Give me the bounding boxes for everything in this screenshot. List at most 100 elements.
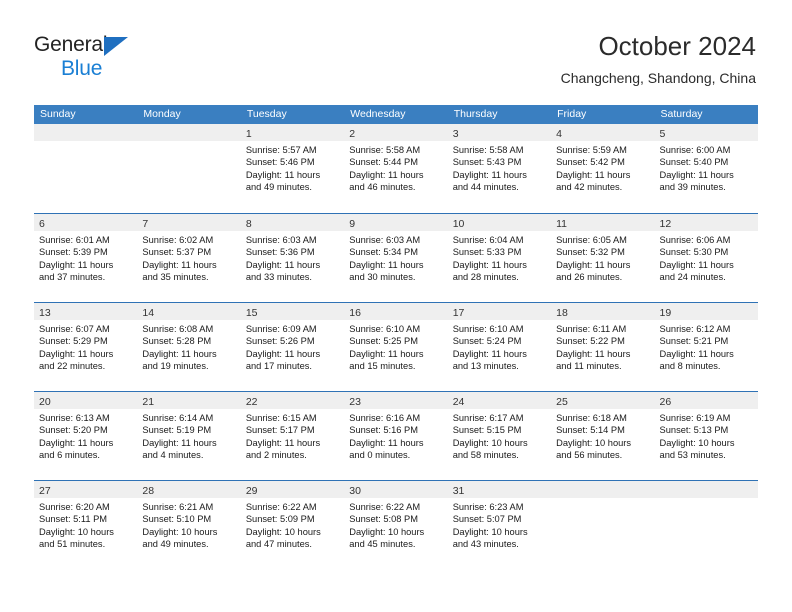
weekday-header-tuesday: Tuesday: [246, 108, 287, 120]
date-number: 24: [452, 396, 465, 408]
sunset-text: Sunset: 5:44 PM: [349, 157, 418, 168]
date-number: 30: [349, 485, 361, 497]
daylight-text-line2: and 17 minutes.: [245, 361, 312, 372]
day-cell[interactable]: 15 Sunrise: 6:09 AM Sunset: 5:26 PM Dayl…: [240, 303, 345, 391]
day-cell[interactable]: 20 Sunrise: 6:13 AM Sunset: 5:20 PM Dayl…: [34, 392, 138, 480]
sunset-text: Sunset: 5:30 PM: [659, 247, 729, 258]
day-info: Sunrise: 6:10 AM Sunset: 5:24 PM Dayligh…: [448, 320, 551, 373]
date-band: 7: [137, 214, 241, 231]
daylight-text-line2: and 22 minutes.: [39, 361, 106, 372]
week-row: 27 Sunrise: 6:20 AM Sunset: 5:11 PM Dayl…: [34, 480, 758, 569]
day-info: Sunrise: 6:22 AM Sunset: 5:08 PM Dayligh…: [344, 498, 447, 551]
sunrise-text: Sunrise: 6:22 AM: [245, 502, 317, 512]
date-band: [654, 481, 758, 498]
day-cell[interactable]: 22 Sunrise: 6:15 AM Sunset: 5:17 PM Dayl…: [240, 392, 345, 480]
sunrise-text: Sunrise: 6:11 AM: [556, 324, 627, 334]
day-info: Sunrise: 6:13 AM Sunset: 5:20 PM Dayligh…: [34, 409, 137, 462]
day-cell[interactable]: 9 Sunrise: 6:03 AM Sunset: 5:34 PM Dayli…: [344, 214, 448, 302]
day-cell[interactable]: 16 Sunrise: 6:10 AM Sunset: 5:25 PM Dayl…: [344, 303, 448, 391]
day-cell[interactable]: 13 Sunrise: 6:07 AM Sunset: 5:29 PM Dayl…: [34, 303, 138, 391]
sunrise-text: Sunrise: 6:07 AM: [39, 324, 110, 334]
sunrise-text: Sunrise: 6:00 AM: [659, 145, 731, 155]
day-cell[interactable]: 5 Sunrise: 6:00 AM Sunset: 5:40 PM Dayli…: [654, 124, 758, 213]
day-cell[interactable]: 14 Sunrise: 6:08 AM Sunset: 5:28 PM Dayl…: [137, 303, 241, 391]
day-cell[interactable]: 19 Sunrise: 6:12 AM Sunset: 5:21 PM Dayl…: [654, 303, 758, 391]
day-cell[interactable]: 18 Sunrise: 6:11 AM Sunset: 5:22 PM Dayl…: [551, 303, 655, 391]
day-cell[interactable]: 24 Sunrise: 6:17 AM Sunset: 5:15 PM Dayl…: [447, 392, 552, 480]
daylight-text-line1: Daylight: 11 hours: [659, 259, 734, 270]
daylight-text-line1: Daylight: 11 hours: [349, 437, 424, 448]
date-band: 29: [240, 481, 345, 498]
day-cell[interactable]: 6 Sunrise: 6:01 AM Sunset: 5:39 PM Dayli…: [34, 214, 138, 302]
daylight-text-line1: Daylight: 11 hours: [39, 259, 114, 270]
day-cell[interactable]: [137, 124, 241, 213]
daylight-text-line2: and 30 minutes.: [349, 272, 416, 283]
day-cell[interactable]: 28 Sunrise: 6:21 AM Sunset: 5:10 PM Dayl…: [137, 481, 241, 569]
day-cell[interactable]: 7 Sunrise: 6:02 AM Sunset: 5:37 PM Dayli…: [137, 214, 241, 302]
daylight-text-line1: Daylight: 11 hours: [245, 259, 321, 270]
sunset-text: Sunset: 5:15 PM: [452, 425, 522, 436]
sunrise-text: Sunrise: 6:22 AM: [349, 502, 421, 512]
daylight-text-line1: Daylight: 11 hours: [452, 259, 527, 270]
day-cell[interactable]: 4 Sunrise: 5:59 AM Sunset: 5:42 PM Dayli…: [551, 124, 655, 213]
day-cell[interactable]: 3 Sunrise: 5:58 AM Sunset: 5:43 PM Dayli…: [447, 124, 552, 213]
day-cell[interactable]: 8 Sunrise: 6:03 AM Sunset: 5:36 PM Dayli…: [240, 214, 345, 302]
day-cell[interactable]: [34, 124, 138, 213]
day-info: Sunrise: 6:15 AM Sunset: 5:17 PM Dayligh…: [241, 409, 344, 462]
daylight-text-line2: and 11 minutes.: [556, 361, 622, 372]
day-cell[interactable]: 31 Sunrise: 6:23 AM Sunset: 5:07 PM Dayl…: [447, 481, 552, 569]
daylight-text-line1: Daylight: 11 hours: [452, 169, 527, 180]
day-cell[interactable]: 12 Sunrise: 6:06 AM Sunset: 5:30 PM Dayl…: [654, 214, 758, 302]
sunset-text: Sunset: 5:11 PM: [39, 514, 108, 525]
date-band: 15: [240, 303, 345, 320]
daylight-text-line2: and 33 minutes.: [245, 272, 312, 283]
daylight-text-line1: Daylight: 11 hours: [349, 169, 424, 180]
date-band: 4: [551, 124, 655, 141]
day-info: Sunrise: 5:59 AM Sunset: 5:42 PM Dayligh…: [551, 141, 654, 194]
week-row: 6 Sunrise: 6:01 AM Sunset: 5:39 PM Dayli…: [34, 213, 758, 302]
day-cell[interactable]: 27 Sunrise: 6:20 AM Sunset: 5:11 PM Dayl…: [34, 481, 138, 569]
day-cell[interactable]: 11 Sunrise: 6:05 AM Sunset: 5:32 PM Dayl…: [551, 214, 655, 302]
daylight-text-line1: Daylight: 11 hours: [142, 348, 217, 359]
day-cell[interactable]: 30 Sunrise: 6:22 AM Sunset: 5:08 PM Dayl…: [344, 481, 448, 569]
day-cell[interactable]: 25 Sunrise: 6:18 AM Sunset: 5:14 PM Dayl…: [551, 392, 655, 480]
weekday-header-thursday: Thursday: [453, 108, 498, 120]
daylight-text-line1: Daylight: 11 hours: [556, 348, 631, 359]
day-cell[interactable]: 29 Sunrise: 6:22 AM Sunset: 5:09 PM Dayl…: [240, 481, 345, 569]
week-row: 1 Sunrise: 5:57 AM Sunset: 5:46 PM Dayli…: [34, 124, 758, 213]
day-cell[interactable]: [654, 481, 758, 569]
date-band: 25: [551, 392, 655, 409]
date-number: 15: [245, 307, 258, 319]
daylight-text-line1: Daylight: 10 hours: [142, 526, 218, 537]
weekday-header-saturday: Saturday: [660, 108, 703, 120]
calendar-page: General Blue October 2024 Changcheng, Sh…: [0, 0, 792, 612]
sunrise-text: Sunrise: 6:12 AM: [659, 324, 731, 334]
sunset-text: Sunset: 5:17 PM: [245, 425, 315, 436]
sunset-text: Sunset: 5:19 PM: [142, 425, 212, 436]
date-number: 3: [452, 128, 459, 140]
day-info: Sunrise: 5:58 AM Sunset: 5:44 PM Dayligh…: [344, 141, 447, 194]
daylight-text-line2: and 49 minutes.: [245, 182, 312, 193]
date-band: 26: [654, 392, 758, 409]
day-cell[interactable]: 26 Sunrise: 6:19 AM Sunset: 5:13 PM Dayl…: [654, 392, 758, 480]
sunrise-text: Sunrise: 6:04 AM: [452, 235, 524, 245]
day-cell[interactable]: 1 Sunrise: 5:57 AM Sunset: 5:46 PM Dayli…: [240, 124, 345, 213]
daylight-text-line2: and 44 minutes.: [452, 182, 519, 193]
day-cell[interactable]: 10 Sunrise: 6:04 AM Sunset: 5:33 PM Dayl…: [447, 214, 552, 302]
day-cell[interactable]: 17 Sunrise: 6:10 AM Sunset: 5:24 PM Dayl…: [447, 303, 552, 391]
day-cell[interactable]: 23 Sunrise: 6:16 AM Sunset: 5:16 PM Dayl…: [344, 392, 448, 480]
sunrise-text: Sunrise: 6:02 AM: [142, 235, 214, 245]
daylight-text-line2: and 0 minutes.: [349, 450, 411, 461]
day-info: Sunrise: 6:03 AM Sunset: 5:36 PM Dayligh…: [241, 231, 344, 284]
date-band: 22: [240, 392, 345, 409]
date-band: 9: [344, 214, 448, 231]
day-info: [34, 141, 137, 144]
daylight-text-line2: and 24 minutes.: [659, 272, 726, 283]
day-cell[interactable]: 21 Sunrise: 6:14 AM Sunset: 5:19 PM Dayl…: [137, 392, 241, 480]
day-cell[interactable]: [551, 481, 655, 569]
date-number: 10: [452, 218, 465, 230]
day-cell[interactable]: 2 Sunrise: 5:58 AM Sunset: 5:44 PM Dayli…: [344, 124, 448, 213]
day-info: Sunrise: 6:10 AM Sunset: 5:25 PM Dayligh…: [344, 320, 447, 373]
sunrise-text: Sunrise: 6:18 AM: [556, 413, 627, 423]
day-info: Sunrise: 6:05 AM Sunset: 5:32 PM Dayligh…: [551, 231, 654, 284]
